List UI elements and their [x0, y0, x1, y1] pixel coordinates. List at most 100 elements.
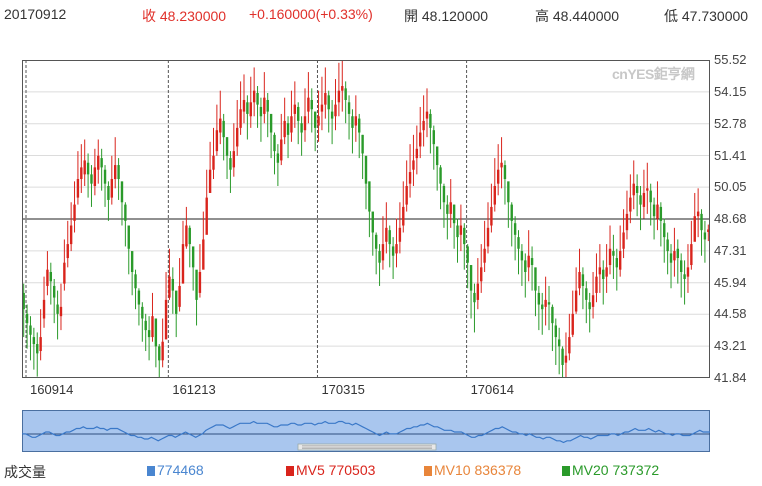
- candle-body: [239, 109, 242, 128]
- candle-body: [347, 102, 351, 114]
- mv20-text: MV20 737372: [572, 462, 660, 478]
- candle-body: [527, 255, 530, 268]
- watermark-logo: cnYES鉅亨網: [612, 66, 695, 82]
- volume-swatch-icon: [147, 466, 155, 476]
- candle-body: [249, 102, 252, 117]
- candle-body: [415, 148, 419, 159]
- candle-body: [530, 258, 534, 266]
- y-tick-label: 54.15: [714, 83, 747, 99]
- candle-body: [510, 204, 513, 221]
- candle-body: [608, 248, 612, 266]
- candle-body: [659, 206, 663, 221]
- price-change: +0.160000(+0.33%): [249, 6, 373, 22]
- candle-body: [666, 239, 669, 252]
- candle-body: [490, 206, 493, 226]
- candle-body: [252, 90, 256, 103]
- candle-body: [652, 204, 656, 217]
- candle-body: [602, 269, 605, 279]
- candle-body: [561, 348, 564, 365]
- candle-body: [378, 251, 381, 263]
- candle-body: [307, 97, 310, 112]
- candle-body: [42, 299, 46, 319]
- candle-body: [127, 225, 130, 249]
- candle-body: [486, 227, 490, 247]
- candle-body: [246, 102, 249, 114]
- candle-body: [76, 179, 80, 198]
- candle-body: [168, 276, 171, 298]
- candle-body: [300, 123, 303, 133]
- candle-body: [29, 325, 32, 335]
- range-navigator[interactable]: [22, 410, 710, 452]
- candle-body: [25, 313, 29, 324]
- candle-body: [313, 111, 317, 128]
- candle-body: [534, 267, 537, 291]
- candle-body: [374, 234, 378, 249]
- candle-body: [456, 225, 459, 238]
- candle-body: [205, 197, 208, 235]
- candle-body: [324, 93, 327, 105]
- candle-body: [178, 285, 181, 307]
- candle-body: [341, 86, 344, 91]
- close-price: 收 48.230000: [142, 8, 227, 24]
- candle-body: [259, 106, 263, 117]
- low-price: 低 47.730000: [664, 8, 749, 24]
- candle-body: [130, 251, 134, 272]
- candle-body: [144, 320, 147, 331]
- candle-body: [524, 260, 527, 272]
- candle-body: [371, 211, 374, 233]
- candle-body: [452, 204, 456, 224]
- candle-body: [134, 274, 137, 289]
- candle-body: [612, 251, 615, 256]
- candle-body: [171, 278, 175, 291]
- candle-body: [107, 185, 110, 200]
- candle-body: [483, 248, 486, 263]
- candle-body: [283, 120, 286, 138]
- date-label: 20170912: [4, 6, 67, 22]
- candle-body: [195, 269, 198, 300]
- candle-body: [290, 116, 293, 133]
- candle-body: [646, 188, 649, 191]
- candle-body: [215, 130, 219, 152]
- candlestick-chart[interactable]: [22, 60, 710, 378]
- candle-body: [449, 202, 452, 214]
- candle-body: [554, 325, 557, 338]
- candle-body: [605, 267, 608, 277]
- candle-body: [358, 118, 361, 133]
- candle-body: [191, 246, 195, 268]
- candle-body: [635, 185, 639, 193]
- candle-body: [571, 313, 574, 335]
- candle-body: [158, 346, 161, 361]
- candle-body: [690, 244, 693, 266]
- candle-body: [381, 244, 385, 261]
- mv5-text: MV5 770503: [296, 462, 376, 478]
- candle-body: [303, 116, 307, 131]
- candle-body: [263, 97, 266, 114]
- y-tick-label: 41.84: [714, 370, 747, 385]
- candle-body: [412, 160, 415, 170]
- candle-body: [208, 169, 212, 193]
- volume-label: 成交量: [4, 464, 46, 480]
- candle-body: [63, 262, 66, 284]
- candle-body: [615, 258, 618, 268]
- y-tick-label: 52.78: [714, 115, 747, 131]
- candle-body: [286, 123, 290, 135]
- candle-body: [425, 111, 429, 119]
- y-tick-label: 51.41: [714, 147, 747, 163]
- candle-body: [219, 118, 222, 133]
- candle-body: [493, 185, 496, 205]
- candle-body: [49, 272, 53, 282]
- candle-body: [273, 134, 276, 152]
- candle-body: [632, 183, 635, 196]
- candle-body: [578, 272, 581, 289]
- candle-body: [334, 104, 337, 117]
- candle-body: [391, 246, 395, 256]
- candle-body: [66, 244, 69, 259]
- candle-body: [151, 316, 154, 338]
- candle-body: [696, 211, 700, 217]
- candle-body: [686, 267, 690, 277]
- candle-body: [679, 260, 683, 272]
- candle-body: [110, 179, 114, 198]
- candle-body: [588, 302, 591, 310]
- candle-body: [141, 306, 144, 319]
- candle-body: [236, 127, 239, 147]
